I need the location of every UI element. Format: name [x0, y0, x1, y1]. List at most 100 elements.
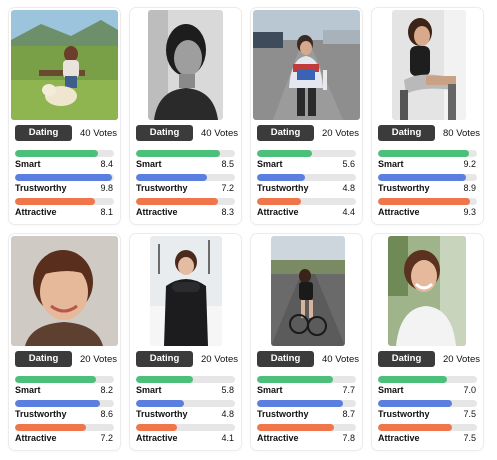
attractive-metric: Attractive 9.3 — [378, 198, 477, 217]
profile-photo — [388, 236, 466, 346]
smart-score: 5.8 — [221, 385, 234, 395]
trustworthy-bar-track — [378, 174, 477, 181]
smart-bar-fill — [257, 150, 313, 157]
trustworthy-bar-fill — [136, 400, 184, 407]
attractive-bar-track — [257, 198, 356, 205]
attractive-bar-fill — [15, 424, 87, 431]
attractive-bar-fill — [15, 198, 96, 205]
smart-label: Smart — [257, 385, 283, 395]
attractive-score: 4.1 — [221, 433, 234, 443]
category-tag: Dating — [257, 351, 314, 367]
smart-score: 8.5 — [221, 159, 234, 169]
attractive-bar-track — [136, 424, 235, 431]
trustworthy-bar-fill — [257, 400, 344, 407]
smart-bar-track — [378, 376, 477, 383]
trustworthy-metric: Trustworthy 8.7 — [257, 400, 356, 419]
trustworthy-score: 7.2 — [221, 183, 234, 193]
smart-label: Smart — [257, 159, 283, 169]
profile-photo — [148, 10, 223, 120]
trustworthy-score: 4.8 — [221, 409, 234, 419]
attractive-bar-track — [15, 198, 114, 205]
smart-bar-fill — [378, 376, 448, 383]
smart-bar-fill — [378, 150, 470, 157]
attractive-bar-fill — [257, 424, 335, 431]
attractive-score: 4.4 — [342, 207, 355, 217]
smart-bar-track — [378, 150, 477, 157]
smart-metric: Smart 8.4 — [15, 150, 114, 169]
profile-photo — [11, 10, 118, 120]
profile-card[interactable]: Dating 20 Votes Smart 5.8 Trustworthy 4.8 … — [130, 234, 241, 450]
trustworthy-metric: Trustworthy 7.5 — [378, 400, 477, 419]
profile-photo — [11, 236, 118, 346]
trustworthy-bar-track — [136, 174, 235, 181]
category-tag: Dating — [15, 351, 72, 367]
category-tag: Dating — [136, 125, 193, 141]
smart-bar-track — [136, 150, 235, 157]
trustworthy-label: Trustworthy — [257, 409, 309, 419]
smart-label: Smart — [136, 385, 162, 395]
smart-label: Smart — [15, 385, 41, 395]
vote-count: 40 Votes — [322, 353, 359, 365]
profile-card[interactable]: Dating 20 Votes Smart 8.2 Trustworthy 8.6 … — [9, 234, 120, 450]
trustworthy-label: Trustworthy — [378, 409, 430, 419]
trustworthy-score: 9.8 — [100, 183, 113, 193]
smart-score: 8.2 — [100, 385, 113, 395]
attractive-metric: Attractive 4.1 — [136, 424, 235, 443]
attractive-metric: Attractive 8.1 — [15, 198, 114, 217]
profile-photo — [150, 236, 222, 346]
smart-metric: Smart 9.2 — [378, 150, 477, 169]
attractive-label: Attractive — [136, 433, 178, 443]
smart-bar-track — [257, 150, 356, 157]
trustworthy-score: 8.9 — [463, 183, 476, 193]
smart-bar-fill — [15, 150, 99, 157]
smart-metric: Smart 7.0 — [378, 376, 477, 395]
trustworthy-label: Trustworthy — [378, 183, 430, 193]
profile-card[interactable]: Dating 40 Votes Smart 8.5 Trustworthy 7.2 … — [130, 8, 241, 224]
attractive-bar-track — [378, 198, 477, 205]
profile-card[interactable]: Dating 40 Votes Smart 8.4 Trustworthy 9.8 … — [9, 8, 120, 224]
smart-score: 9.2 — [463, 159, 476, 169]
trustworthy-bar-fill — [257, 174, 305, 181]
category-tag: Dating — [378, 125, 435, 141]
smart-score: 7.7 — [342, 385, 355, 395]
category-tag: Dating — [15, 125, 72, 141]
attractive-label: Attractive — [136, 207, 178, 217]
attractive-bar-fill — [257, 198, 301, 205]
profile-card[interactable]: Dating 80 Votes Smart 9.2 Trustworthy 8.9 … — [372, 8, 483, 224]
vote-count: 20 Votes — [322, 127, 359, 139]
smart-bar-fill — [257, 376, 334, 383]
trustworthy-bar-track — [257, 400, 356, 407]
attractive-score: 8.3 — [221, 207, 234, 217]
attractive-bar-track — [136, 198, 235, 205]
attractive-metric: Attractive 8.3 — [136, 198, 235, 217]
attractive-label: Attractive — [15, 207, 57, 217]
trustworthy-label: Trustworthy — [15, 183, 67, 193]
vote-count: 40 Votes — [80, 127, 117, 139]
trustworthy-bar-track — [136, 400, 235, 407]
attractive-score: 7.5 — [463, 433, 476, 443]
vote-count: 80 Votes — [443, 127, 480, 139]
attractive-bar-fill — [378, 424, 453, 431]
trustworthy-bar-fill — [378, 400, 453, 407]
smart-metric: Smart 8.5 — [136, 150, 235, 169]
smart-bar-track — [136, 376, 235, 383]
attractive-bar-fill — [136, 424, 177, 431]
profile-card[interactable]: Dating 40 Votes Smart 7.7 Trustworthy 8.7 … — [251, 234, 362, 450]
smart-label: Smart — [378, 385, 404, 395]
profile-card[interactable]: Dating 20 Votes Smart 7.0 Trustworthy 7.5 … — [372, 234, 483, 450]
profile-photo — [271, 236, 345, 346]
trustworthy-metric: Trustworthy 9.8 — [15, 174, 114, 193]
attractive-bar-fill — [378, 198, 471, 205]
smart-bar-track — [257, 376, 356, 383]
smart-metric: Smart 5.8 — [136, 376, 235, 395]
attractive-bar-track — [15, 424, 114, 431]
category-tag: Dating — [257, 125, 314, 141]
profile-card[interactable]: Dating 20 Votes Smart 5.6 Trustworthy 4.8 … — [251, 8, 362, 224]
vote-count: 40 Votes — [201, 127, 238, 139]
trustworthy-bar-fill — [15, 400, 101, 407]
trustworthy-score: 8.7 — [342, 409, 355, 419]
trustworthy-label: Trustworthy — [136, 183, 188, 193]
trustworthy-bar-track — [15, 174, 114, 181]
trustworthy-score: 4.8 — [342, 183, 355, 193]
trustworthy-score: 7.5 — [463, 409, 476, 419]
